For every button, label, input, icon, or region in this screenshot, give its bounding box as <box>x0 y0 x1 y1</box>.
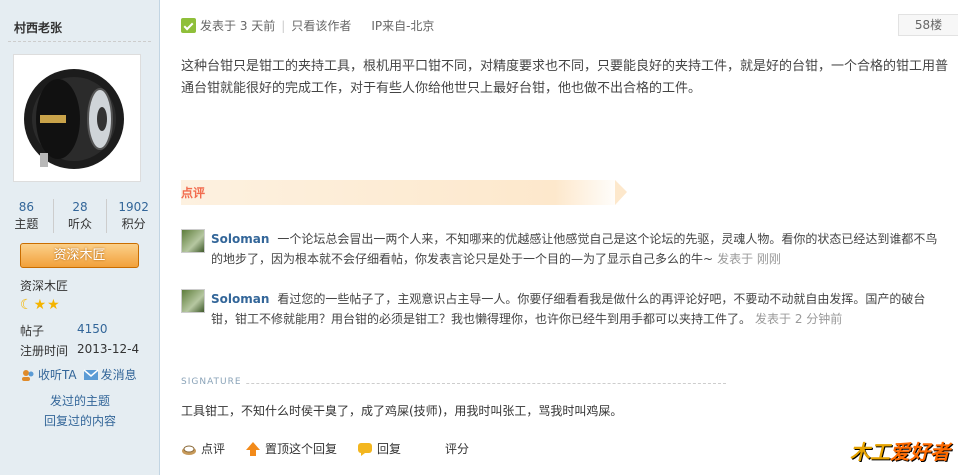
review-label[interactable]: 点评 <box>201 440 225 457</box>
site-logo: 木工爱好者 <box>850 436 950 465</box>
info-key: 帖子 <box>20 324 45 338</box>
author-name[interactable]: 村西老张 <box>14 19 62 36</box>
review-button[interactable]: 点评 <box>181 440 225 457</box>
reply-bubble-icon <box>358 442 373 456</box>
author-actions: 收听TA 发消息 <box>20 366 137 383</box>
moon-icon: ☾ <box>20 297 33 313</box>
signature-text: 工具钳工，不知什么时侯干臭了，成了鸡屎(技师)，用我时叫张工，骂我时叫鸡屎。 <box>181 404 623 418</box>
stat-label: 听众 <box>68 217 93 231</box>
signature-divider <box>181 383 726 384</box>
info-posts: 帖子 4150 <box>20 322 150 339</box>
stat-number[interactable]: 1902 <box>107 199 160 215</box>
link-threads[interactable]: 发过的主题 <box>0 392 160 409</box>
divider: | <box>281 18 286 33</box>
follow-icon <box>22 369 34 381</box>
author-stats: 86 主题 28 听众 1902 积分 <box>0 199 160 233</box>
signature-label: SIGNATURE <box>181 377 246 387</box>
commenter-name[interactable]: Soloman <box>211 292 269 306</box>
star-icon: ★ <box>33 297 47 313</box>
rank-name: 资深木匠 <box>20 279 69 293</box>
comment-cup-icon <box>182 445 196 455</box>
author-sidebar: 村西老张 86 主题 28 听众 1902 积分 资深木匠 资深木匠 ☾ ★ ★ <box>0 0 160 475</box>
follow-button[interactable]: 收听TA <box>20 366 77 383</box>
comment-text: 一个论坛总会冒出一两个人来，不知哪来的优越感让他感觉自己是这个论坛的先驱，灵魂人… <box>211 232 938 266</box>
follow-label[interactable]: 收听TA <box>38 366 77 383</box>
stat-listeners[interactable]: 28 听众 <box>54 199 108 233</box>
post-meta: 发表于 3 天前 | 只看该作者 IP来自-北京 <box>181 17 434 34</box>
message-button[interactable]: 发消息 <box>83 366 137 383</box>
divider <box>8 41 151 42</box>
reply-label[interactable]: 回复 <box>377 440 401 457</box>
pin-reply-label[interactable]: 置顶这个回复 <box>265 440 337 457</box>
rank-badge-button[interactable]: 资深木匠 <box>20 243 139 268</box>
floor-number[interactable]: 58楼 <box>898 14 958 36</box>
post-main: 发表于 3 天前 | 只看该作者 IP来自-北京 58楼 这种台钳只是钳工的夹持… <box>161 0 958 475</box>
reply-button[interactable]: 回复 <box>357 440 401 457</box>
commenter-name[interactable]: Soloman <box>211 232 269 246</box>
rate-label[interactable]: 评分 <box>445 440 469 457</box>
post-content: 这种台钳只是钳工的夹持工具，根机用平口钳不同，对精度要求也不同，只要能良好的夹持… <box>181 59 949 96</box>
commenter-avatar[interactable] <box>181 289 205 313</box>
info-key: 注册时间 <box>20 344 69 358</box>
post-actions: 点评 置顶这个回复 回复 评分 <box>181 440 489 457</box>
logo-text-1: 木工 <box>850 440 890 464</box>
logo-text-2: 爱好者 <box>890 440 950 464</box>
stat-threads[interactable]: 86 主题 <box>0 199 54 233</box>
online-icon <box>181 18 196 33</box>
ip-location: IP来自-北京 <box>371 19 435 33</box>
rate-button[interactable]: 评分 <box>445 440 469 457</box>
info-register-date: 注册时间 2013-12-4 <box>20 342 150 359</box>
info-value[interactable]: 4150 <box>77 322 108 339</box>
star-icon: ★ <box>47 297 60 313</box>
link-replies[interactable]: 回复过的内容 <box>0 412 160 429</box>
review-comment: Soloman 一个论坛总会冒出一两个人来，不知哪来的优越感让他感觉自己是这个论坛… <box>181 229 941 269</box>
stat-points[interactable]: 1902 积分 <box>107 199 160 233</box>
info-value: 2013-12-4 <box>77 342 140 356</box>
avatar[interactable] <box>13 54 141 182</box>
comment-time: 发表于 刚刚 <box>717 252 781 266</box>
rank-medals: ☾ ★ ★ <box>20 297 60 313</box>
stat-number[interactable]: 28 <box>54 199 107 215</box>
commenter-avatar[interactable] <box>181 229 205 253</box>
comment-time: 发表于 2 分钟前 <box>755 312 843 326</box>
only-author-link[interactable]: 只看该作者 <box>291 17 351 34</box>
review-comment: Soloman 看过您的一些帖子了，主观意识占主导一人。你要仔细看看我是做什么的再… <box>181 289 941 329</box>
review-header: 点评 <box>181 180 627 205</box>
stat-number[interactable]: 86 <box>0 199 53 215</box>
stat-label: 主题 <box>14 217 39 231</box>
stat-label: 积分 <box>121 217 146 231</box>
arrow-up-icon <box>246 441 261 456</box>
mail-icon <box>83 368 99 380</box>
post-time: 发表于 3 天前 <box>200 19 276 33</box>
pin-reply-button[interactable]: 置顶这个回复 <box>245 440 337 457</box>
message-label[interactable]: 发消息 <box>101 366 137 383</box>
review-title: 点评 <box>181 186 206 200</box>
